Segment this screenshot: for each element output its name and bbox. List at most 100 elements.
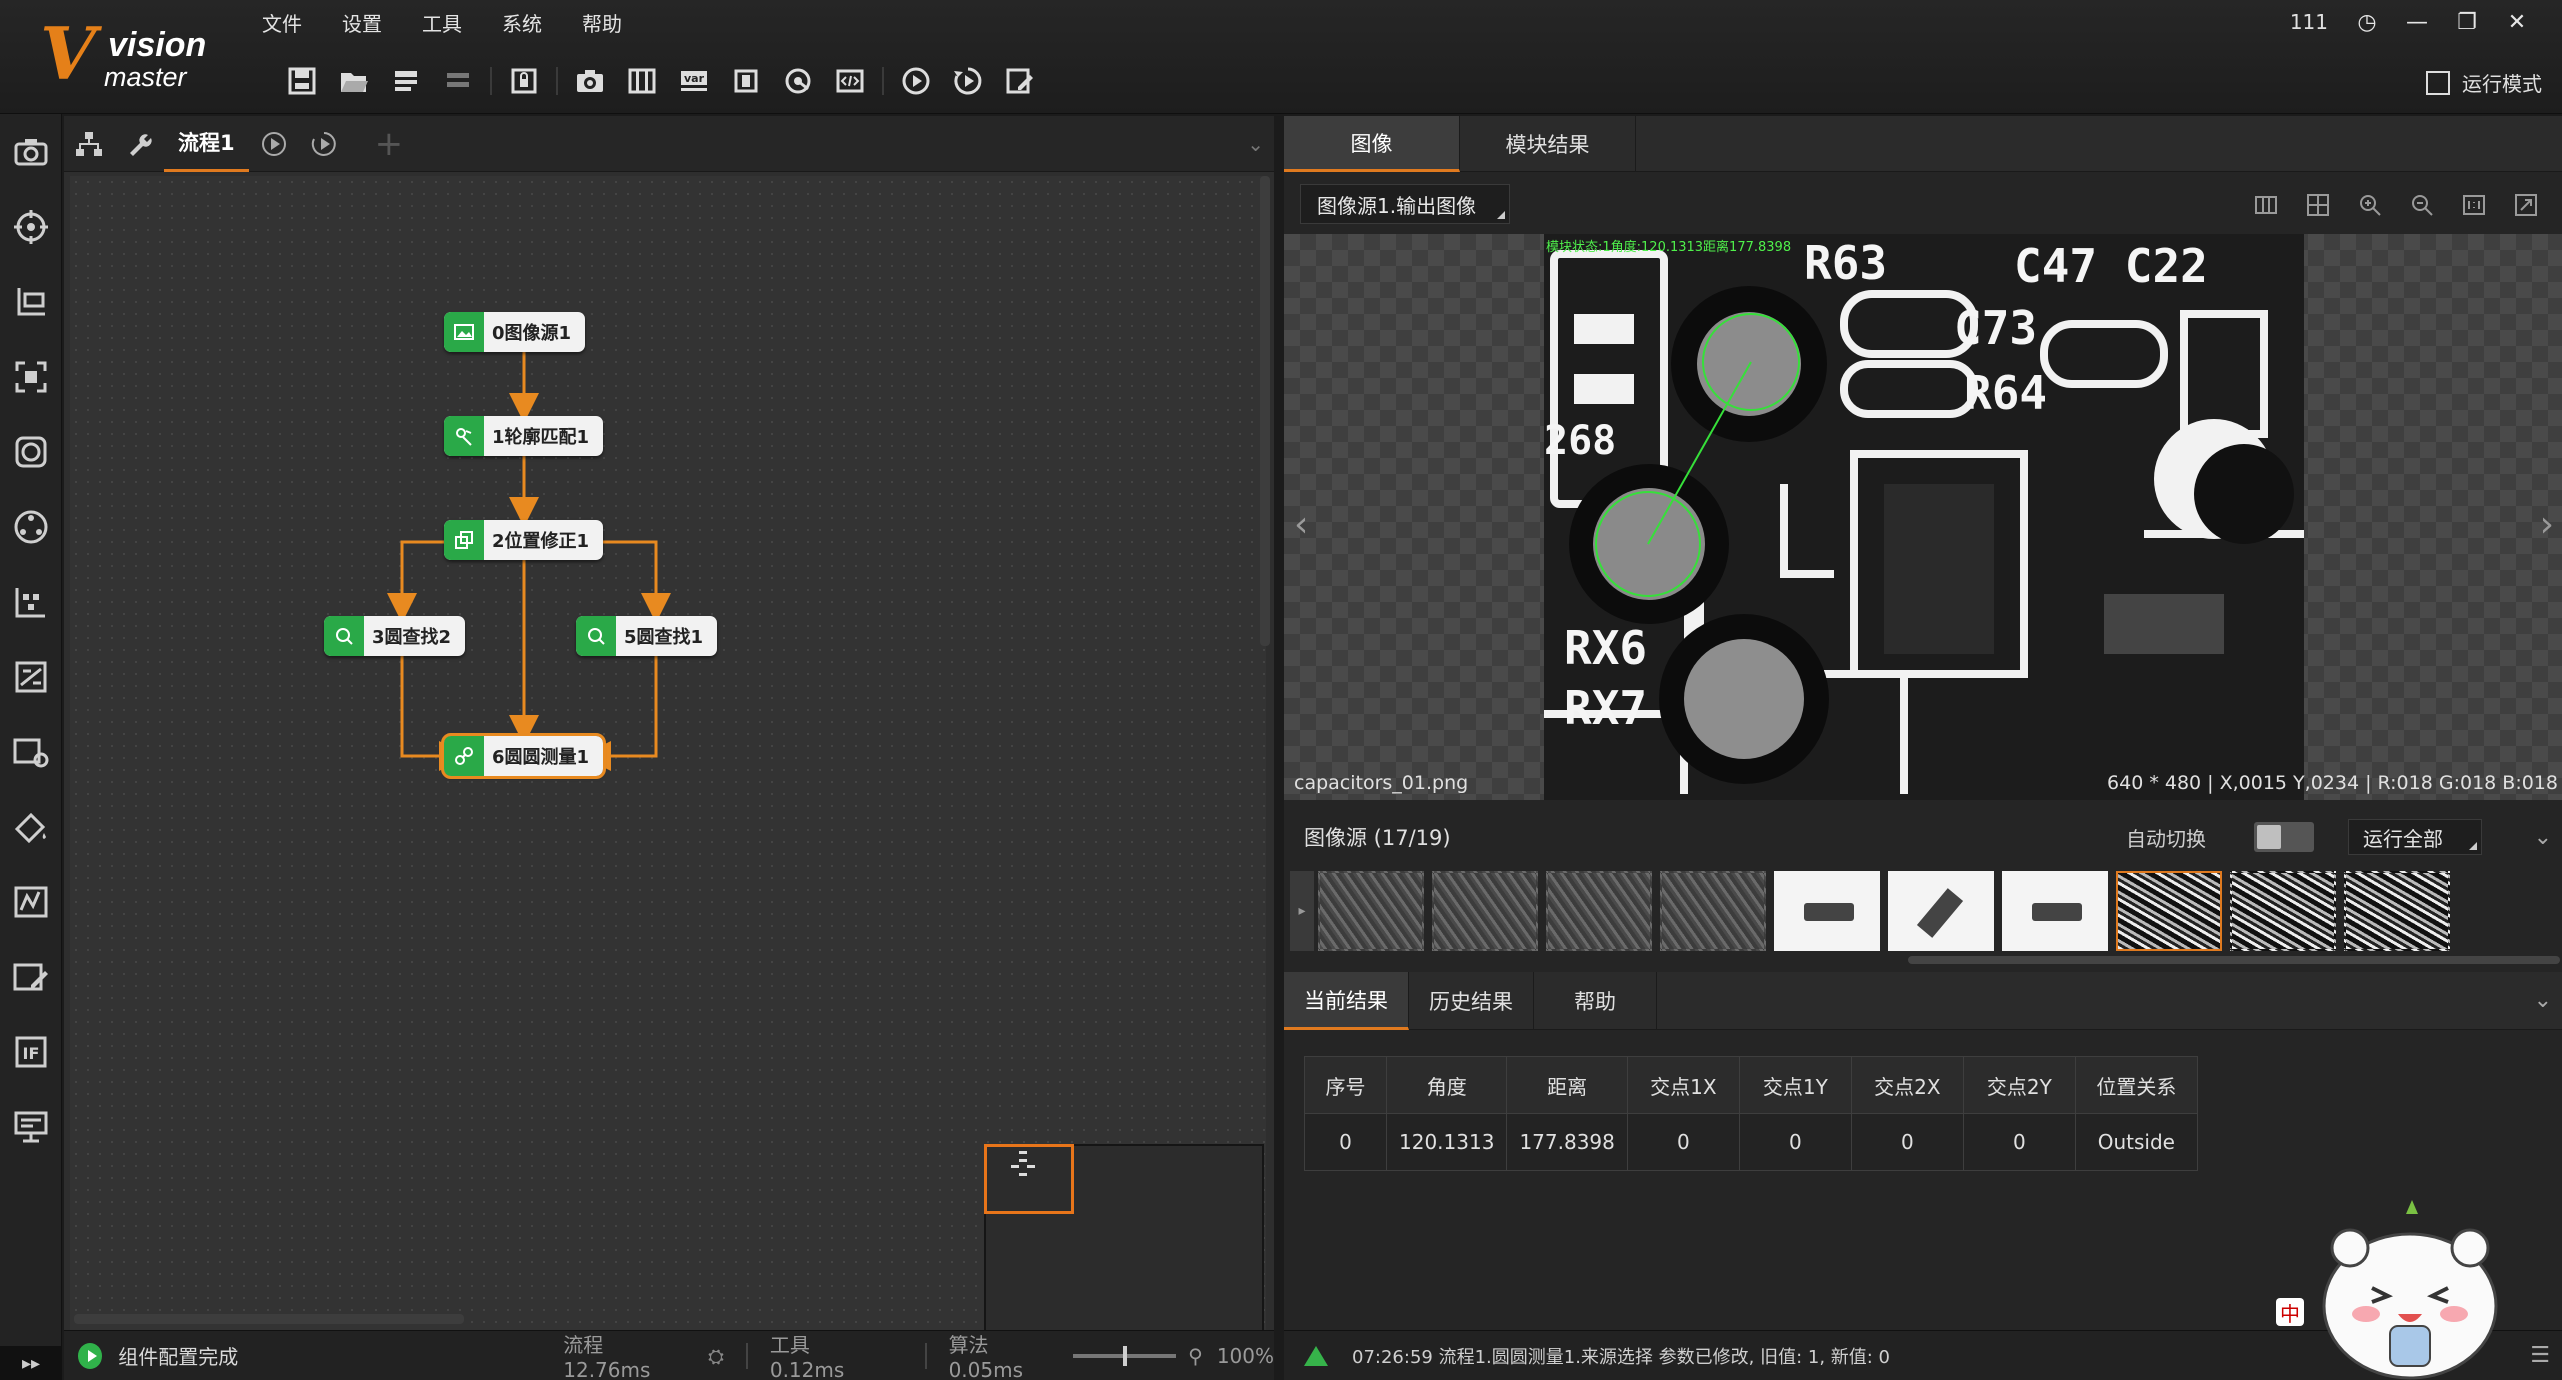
export-button[interactable]	[432, 60, 484, 102]
controller-button[interactable]	[616, 60, 668, 102]
tool-calibration[interactable]	[0, 564, 62, 639]
minimap-viewport[interactable]	[984, 1144, 1074, 1214]
tab-flow-1[interactable]: 流程1	[164, 116, 249, 172]
table-row[interactable]: 0 120.1313 177.8398 0 0 0 0 Outside	[1304, 1113, 2198, 1171]
run-all-button[interactable]: 运行全部	[2348, 819, 2482, 855]
import-button[interactable]	[380, 60, 432, 102]
flow-run-once-button[interactable]	[249, 119, 299, 169]
tab-module-result[interactable]: 模块结果	[1460, 116, 1636, 172]
tab-help[interactable]: 帮助	[1534, 972, 1657, 1030]
flow-settings-button[interactable]	[114, 119, 164, 169]
sidebar-expand-button[interactable]: ▸▸	[0, 1346, 62, 1380]
global-variable-button[interactable]: var	[668, 60, 720, 102]
flow-run-loop-button[interactable]	[299, 119, 349, 169]
prev-image-button[interactable]: ‹	[1294, 504, 1308, 545]
communication-button[interactable]	[772, 60, 824, 102]
run-loop-button[interactable]	[942, 60, 994, 102]
flow-node-position-correct[interactable]: 2位置修正1	[444, 520, 604, 560]
ime-indicator[interactable]: 中	[2276, 1298, 2304, 1326]
actual-size-button[interactable]	[2448, 188, 2500, 222]
svg-text:R64: R64	[1964, 366, 2047, 420]
tool-color[interactable]	[0, 789, 62, 864]
recognition-icon	[15, 436, 47, 467]
add-flow-button[interactable]: +	[375, 124, 404, 164]
flow-horizontal-scrollbar[interactable]	[74, 1314, 464, 1324]
thumbnail-item[interactable]	[1546, 871, 1652, 951]
menu-help[interactable]: 帮助	[582, 8, 622, 38]
thumbnail-item[interactable]	[2230, 871, 2336, 951]
tool-logic[interactable]	[0, 864, 62, 939]
open-button[interactable]	[328, 60, 380, 102]
thumbs-scroll-left-button[interactable]: ▸	[1290, 871, 1314, 951]
tool-image-process[interactable]	[0, 339, 62, 414]
flow-node-circle-find-1[interactable]: 5圆查找1	[576, 616, 718, 656]
zoom-in-button[interactable]	[2344, 188, 2396, 222]
data-button[interactable]	[720, 60, 772, 102]
thumbnail-item[interactable]	[2344, 871, 2450, 951]
lock-icon	[511, 68, 537, 94]
image-process-icon	[15, 361, 47, 392]
menu-tools[interactable]: 工具	[422, 8, 462, 38]
close-button[interactable]: ✕	[2492, 4, 2542, 40]
image-source-select[interactable]: 图像源1.输出图像	[1300, 184, 1510, 224]
run-once-button[interactable]	[890, 60, 942, 102]
tool-communication[interactable]	[0, 1089, 62, 1164]
tab-image[interactable]: 图像	[1284, 116, 1460, 172]
menu-file[interactable]: 文件	[262, 8, 302, 38]
thumbs-collapse-icon[interactable]: ⌄	[2534, 825, 2552, 850]
thumbs-horizontal-scrollbar[interactable]	[1908, 956, 2560, 964]
thumbnail-item[interactable]	[1888, 871, 1994, 951]
edit-button[interactable]	[994, 60, 1046, 102]
flow-tree-button[interactable]	[64, 119, 114, 169]
thumbnail-item-selected[interactable]	[2116, 871, 2222, 951]
flow-collapse-icon[interactable]: ⌄	[1247, 132, 1264, 156]
camera-manager-button[interactable]	[564, 60, 616, 102]
zoom-out-button[interactable]	[2396, 188, 2448, 222]
tool-measure[interactable]	[0, 264, 62, 339]
thumbnail-item[interactable]	[1660, 871, 1766, 951]
zoom-slider-knob[interactable]	[1123, 1345, 1128, 1366]
clock-button[interactable]: ◷	[2342, 4, 2392, 40]
thumbnail-item[interactable]	[1774, 871, 1880, 951]
flow-node-contour-match[interactable]: 1轮廓匹配1	[444, 416, 604, 456]
log-menu-icon[interactable]: ☰	[2530, 1343, 2550, 1368]
flow-vertical-scrollbar[interactable]	[1260, 176, 1270, 646]
thumbnail-item[interactable]	[1318, 871, 1424, 951]
menu-bar: 文件 设置 工具 系统 帮助	[262, 8, 662, 38]
tool-deep-learning[interactable]	[0, 489, 62, 564]
save-button[interactable]	[276, 60, 328, 102]
minimize-button[interactable]: —	[2392, 4, 2442, 40]
zoom-slider[interactable]	[1073, 1345, 1177, 1366]
tool-compare[interactable]	[0, 639, 62, 714]
tab-history-result[interactable]: 历史结果	[1409, 972, 1534, 1030]
tool-recognition[interactable]	[0, 414, 62, 489]
flow-node-circle-circle-measure[interactable]: 6圆圆测量1	[440, 733, 607, 779]
layout-single-button[interactable]	[2240, 188, 2292, 222]
flow-node-image-source[interactable]: 0图像源1	[444, 312, 586, 352]
tab-current-result[interactable]: 当前结果	[1284, 972, 1409, 1030]
image-viewer[interactable]: R63 C47 C22 C73 R64 RX6 RX7 268 模块状态:1角度…	[1284, 234, 2562, 800]
communication-tool-icon	[14, 1111, 48, 1142]
script-button[interactable]	[824, 60, 876, 102]
tool-camera[interactable]	[0, 114, 62, 189]
tool-image-edit[interactable]	[0, 939, 62, 1014]
auto-switch-toggle[interactable]	[2254, 822, 2314, 852]
next-image-button[interactable]: ›	[2540, 504, 2554, 545]
fit-window-button[interactable]	[2500, 188, 2552, 222]
flow-canvas[interactable]: 0图像源1 1轮廓匹配1 2位置修正1 3圆查找2 5圆查找1 6圆圆测量1	[70, 176, 1266, 1380]
image-info-bar: capacitors_01.png 640 * 480 | X,0015 Y,0…	[1284, 766, 2562, 800]
menu-settings[interactable]: 设置	[342, 8, 382, 38]
menu-system[interactable]: 系统	[502, 8, 542, 38]
run-mode-button[interactable]: 运行模式	[2426, 68, 2542, 97]
tool-if[interactable]: IF	[0, 1014, 62, 1089]
layout-grid-button[interactable]	[2292, 188, 2344, 222]
lock-button[interactable]	[498, 60, 550, 102]
tool-locate[interactable]	[0, 189, 62, 264]
thumbnail-item[interactable]	[2002, 871, 2108, 951]
restore-button[interactable]: ❐	[2442, 4, 2492, 40]
flow-node-circle-find-2[interactable]: 3圆查找2	[324, 616, 466, 656]
thumbnail-item[interactable]	[1432, 871, 1538, 951]
results-collapse-icon[interactable]: ⌄	[2534, 988, 2552, 1013]
column-header: 交点2Y	[1962, 1056, 2076, 1114]
tool-defect[interactable]	[0, 714, 62, 789]
